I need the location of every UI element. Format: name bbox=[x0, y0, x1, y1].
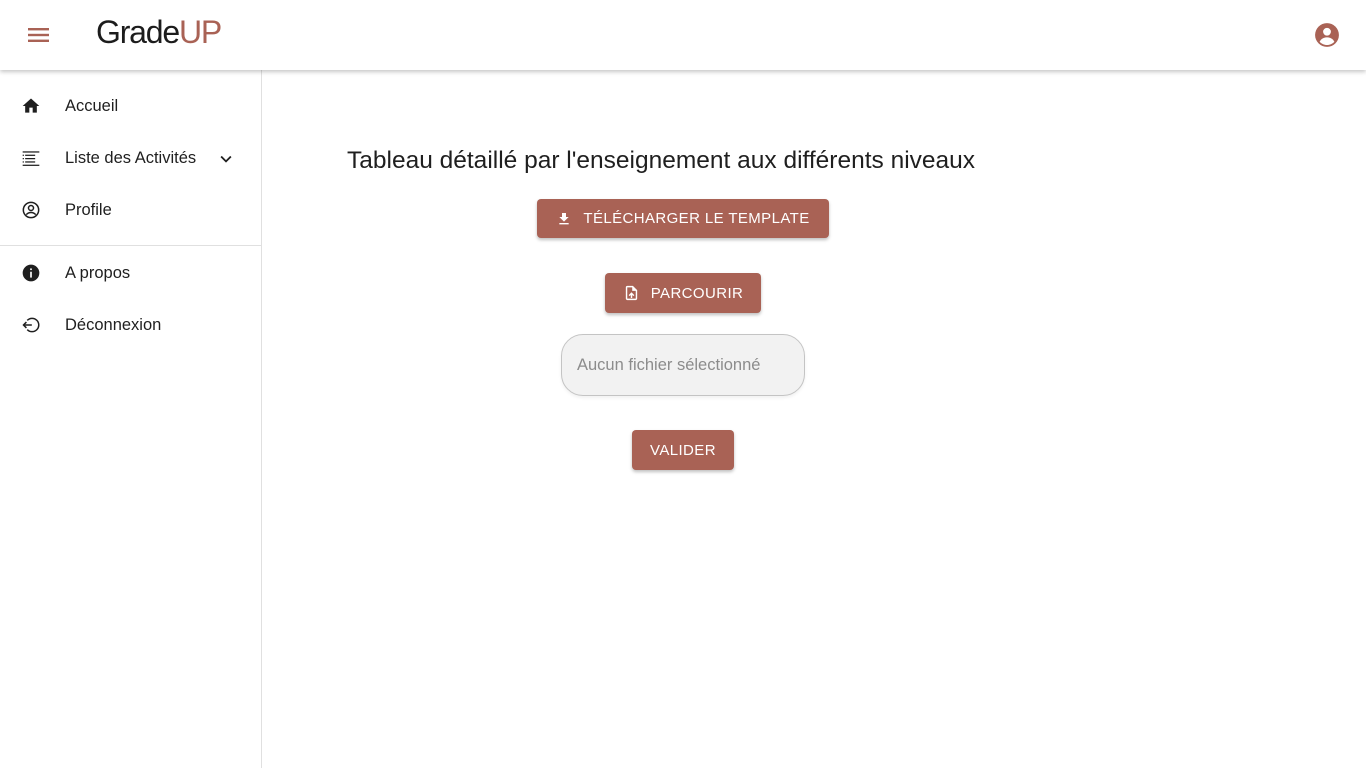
account-circle-icon[interactable] bbox=[1314, 22, 1340, 48]
logo-text-grade: Grade bbox=[96, 14, 180, 50]
validate-label: Valider bbox=[650, 441, 716, 459]
browse-file-label: Parcourir bbox=[650, 284, 744, 302]
browse-file-button[interactable]: Parcourir bbox=[605, 273, 761, 313]
sidebar-item-a-propos[interactable]: A propos bbox=[0, 247, 261, 299]
gradeup-logo[interactable]: GradeUP bbox=[96, 12, 222, 52]
sidebar-item-liste-des-activites[interactable]: Liste des Activités bbox=[0, 132, 261, 184]
chevron-down-icon[interactable] bbox=[215, 148, 237, 170]
account-circle-outline-icon bbox=[21, 200, 41, 220]
file-upload-icon bbox=[625, 285, 637, 301]
page-title: Tableau détaillé par l'enseignement aux … bbox=[347, 147, 976, 174]
logout-icon bbox=[21, 315, 41, 335]
download-icon bbox=[559, 212, 570, 224]
info-icon bbox=[21, 263, 41, 283]
hamburger-menu-icon[interactable] bbox=[24, 21, 54, 49]
sidebar-item-label: Déconnexion bbox=[65, 316, 162, 334]
download-template-button[interactable]: Télécharger le template bbox=[537, 199, 829, 238]
sidebar-item-profile[interactable]: Profile bbox=[0, 184, 261, 236]
sidebar-item-accueil[interactable]: Accueil bbox=[0, 80, 261, 132]
download-template-label: Télécharger le template bbox=[583, 210, 810, 227]
selected-file-field[interactable] bbox=[561, 334, 805, 396]
sidebar-item-label: Accueil bbox=[65, 97, 119, 115]
sidebar-item-label: Profile bbox=[65, 201, 112, 219]
home-icon bbox=[21, 96, 41, 116]
sidebar-item-label: A propos bbox=[65, 264, 131, 282]
top-app-bar: GradeUP bbox=[0, 0, 1366, 70]
sidebar-drawer: Accueil Liste des Activités Profile A pr… bbox=[0, 70, 262, 768]
sidebar-divider bbox=[0, 245, 261, 246]
validate-button[interactable]: Valider bbox=[632, 430, 734, 470]
logo-text-up: UP bbox=[178, 14, 222, 50]
sidebar-item-label: Liste des Activités bbox=[65, 149, 197, 167]
list-icon bbox=[21, 148, 41, 168]
sidebar-item-deconnexion[interactable]: Déconnexion bbox=[0, 299, 261, 351]
